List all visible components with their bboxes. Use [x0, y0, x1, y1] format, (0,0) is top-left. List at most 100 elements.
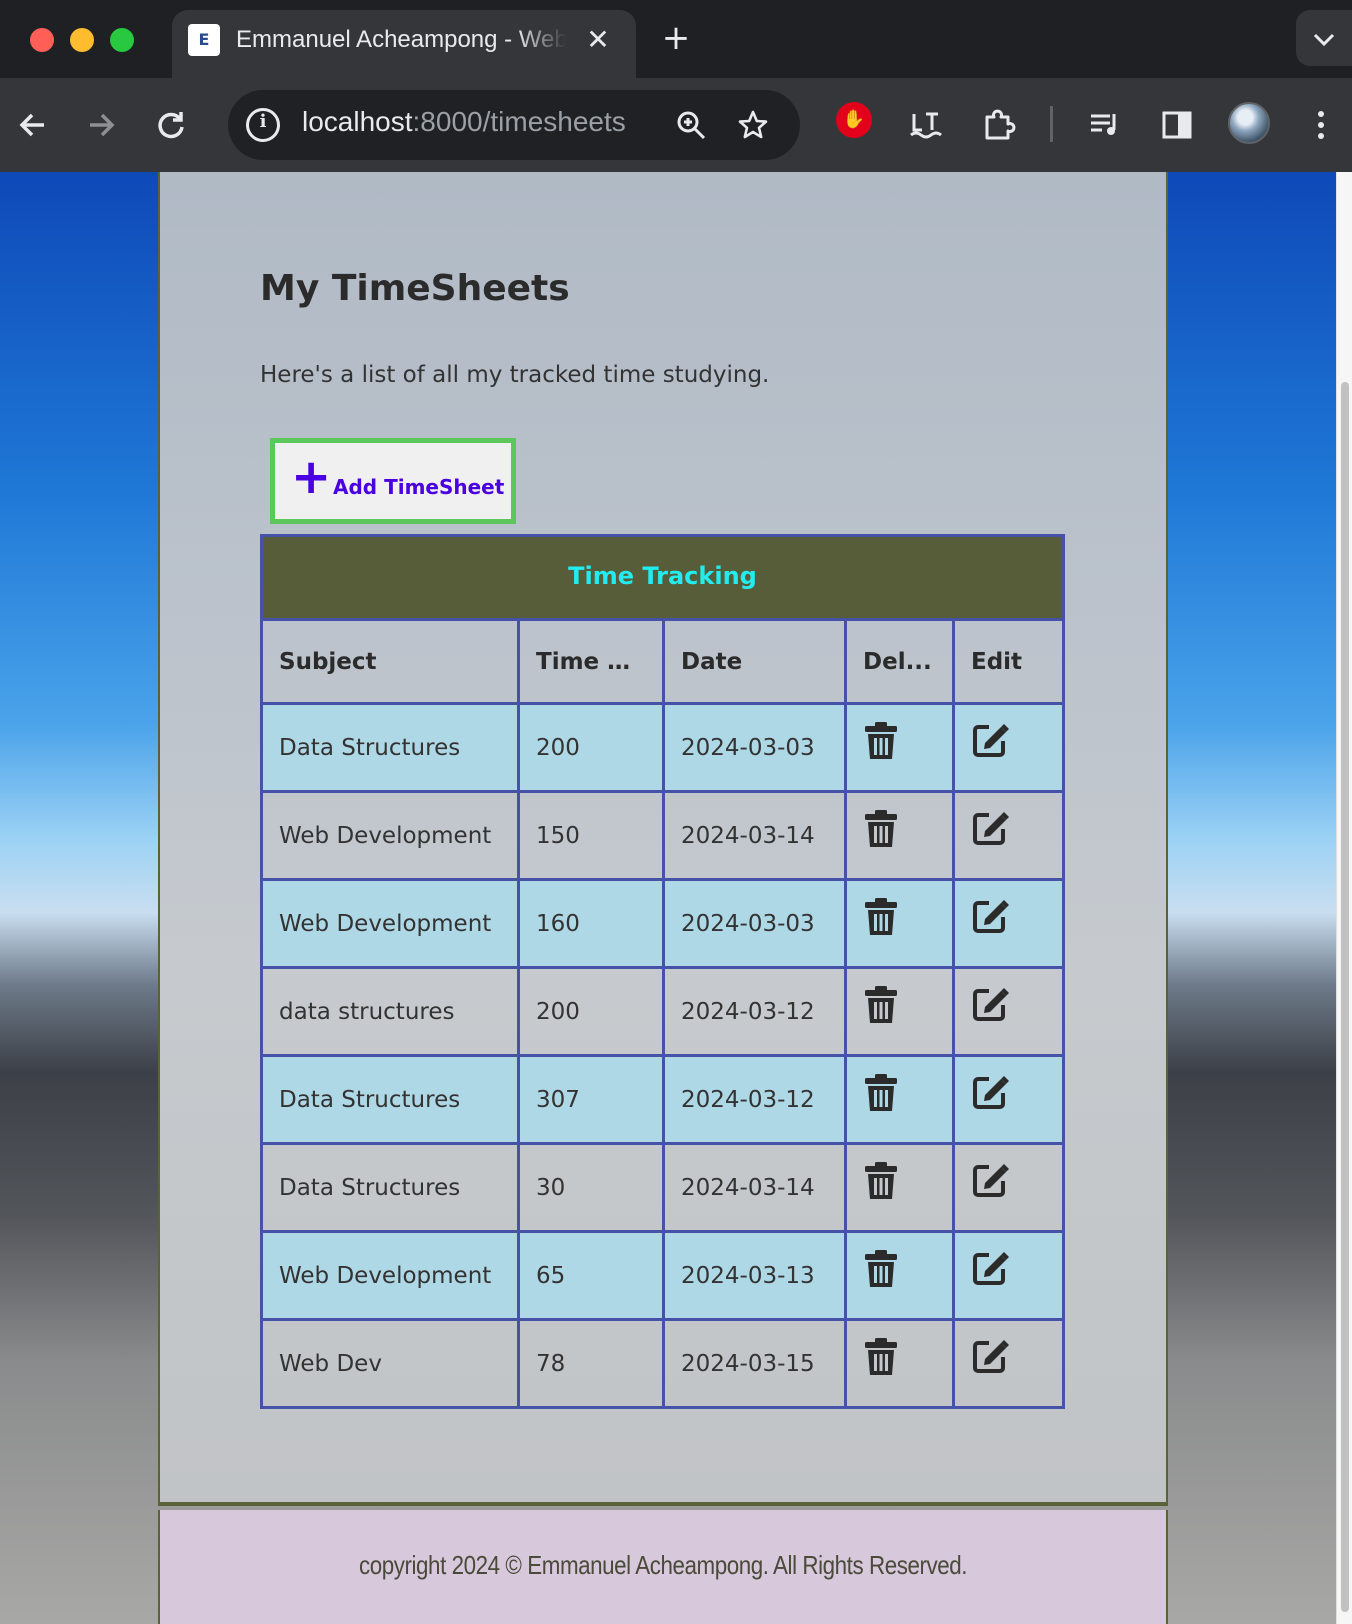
maximize-window-button[interactable] — [110, 28, 134, 52]
tab-close-icon[interactable]: ✕ — [580, 22, 616, 58]
profile-avatar[interactable] — [1228, 102, 1270, 144]
column-header-date[interactable]: Date — [662, 618, 847, 705]
cell-date: 2024-03-14 — [662, 1142, 847, 1233]
arrow-right-icon — [90, 113, 115, 137]
adblock-extension-icon[interactable]: ✋ — [836, 102, 872, 138]
cell-edit — [952, 702, 1065, 793]
cell-edit — [952, 1142, 1065, 1233]
cell-delete — [844, 1230, 955, 1321]
edit-icon[interactable] — [971, 1073, 1009, 1111]
cell-time-spent: 30 — [517, 1142, 665, 1233]
edit-icon[interactable] — [971, 809, 1009, 847]
plus-icon: + — [291, 449, 332, 505]
cell-delete — [844, 702, 955, 793]
cell-subject: Web Development — [260, 790, 520, 881]
cell-edit — [952, 1230, 1065, 1321]
new-tab-button[interactable]: + — [656, 18, 696, 58]
table-row: Web Development 65 2024-03-13 — [260, 1230, 1065, 1321]
cell-delete — [844, 1318, 955, 1409]
chevron-down-icon — [1313, 33, 1335, 46]
trash-icon[interactable] — [863, 985, 899, 1025]
url-path: :8000/timesheets — [412, 106, 626, 137]
table-row: data structures 200 2024-03-12 — [260, 966, 1065, 1057]
column-header-edit[interactable]: Edit — [952, 618, 1065, 705]
browser-menu-icon[interactable] — [1298, 102, 1344, 148]
forward-button[interactable] — [78, 102, 124, 148]
toolbar-divider — [1050, 106, 1053, 142]
edit-icon[interactable] — [971, 897, 1009, 935]
cell-subject: Data Structures — [260, 1142, 520, 1233]
trash-icon[interactable] — [863, 897, 899, 937]
cell-time-spent: 78 — [517, 1318, 665, 1409]
cell-time-spent: 65 — [517, 1230, 665, 1321]
page-description: Here's a list of all my tracked time stu… — [260, 362, 770, 388]
extensions-puzzle-icon[interactable] — [976, 102, 1022, 148]
main-content: My TimeSheets Here's a list of all my tr… — [158, 172, 1168, 1506]
table-row: Data Structures 307 2024-03-12 — [260, 1054, 1065, 1145]
tab-title: Emmanuel Acheampong - Web — [236, 26, 566, 53]
page-viewport: My TimeSheets Here's a list of all my tr… — [0, 172, 1352, 1624]
table-row: Web Development 160 2024-03-03 — [260, 878, 1065, 969]
edit-icon[interactable] — [971, 1337, 1009, 1375]
zoom-icon[interactable] — [670, 104, 712, 146]
tab-search-button[interactable] — [1296, 10, 1352, 66]
cell-subject: data structures — [260, 966, 520, 1057]
trash-icon[interactable] — [863, 1161, 899, 1201]
trash-icon[interactable] — [863, 721, 899, 761]
cell-date: 2024-03-15 — [662, 1318, 847, 1409]
table-row: Data Structures 30 2024-03-14 — [260, 1142, 1065, 1233]
reload-button[interactable] — [148, 102, 194, 148]
browser-tab-bar: E Emmanuel Acheampong - Web ✕ + — [0, 0, 1352, 78]
column-header-time-spent[interactable]: Time S... — [517, 618, 665, 705]
media-control-icon[interactable] — [1082, 102, 1128, 148]
favicon-icon: E — [188, 24, 220, 56]
column-header-subject[interactable]: Subject — [260, 618, 520, 705]
browser-toolbar: i localhost:8000/timesheets ✋ — [0, 78, 1352, 172]
cell-delete — [844, 878, 955, 969]
languagetool-extension-icon[interactable] — [902, 102, 948, 148]
table-row: Web Dev 78 2024-03-15 — [260, 1318, 1065, 1409]
minimize-window-button[interactable] — [70, 28, 94, 52]
cell-subject: Web Development — [260, 878, 520, 969]
trash-icon[interactable] — [863, 1073, 899, 1113]
table-header-row: Subject Time S... Date Del... Edit — [260, 618, 1065, 705]
site-info-icon[interactable]: i — [246, 108, 280, 142]
footer-copyright: copyright 2024 © Emmanuel Acheampong. Al… — [358, 1550, 968, 1580]
browser-tab-active[interactable]: E Emmanuel Acheampong - Web ✕ — [172, 10, 636, 78]
scrollbar[interactable] — [1336, 172, 1352, 1624]
address-bar[interactable]: i localhost:8000/timesheets — [228, 90, 800, 160]
bookmark-star-icon[interactable] — [732, 104, 774, 146]
back-button[interactable] — [10, 102, 56, 148]
timesheet-table: Time Tracking Subject Time S... Date Del… — [260, 534, 1065, 1409]
cell-delete — [844, 1054, 955, 1145]
side-panel-icon[interactable] — [1154, 102, 1200, 148]
cell-date: 2024-03-14 — [662, 790, 847, 881]
cell-delete — [844, 1142, 955, 1233]
table-caption: Time Tracking — [260, 534, 1065, 618]
cell-date: 2024-03-12 — [662, 966, 847, 1057]
cell-date: 2024-03-13 — [662, 1230, 847, 1321]
scrollbar-thumb[interactable] — [1341, 382, 1349, 1612]
arrow-left-icon — [19, 113, 44, 137]
cell-subject: Data Structures — [260, 702, 520, 793]
cell-edit — [952, 878, 1065, 969]
close-window-button[interactable] — [30, 28, 54, 52]
edit-icon[interactable] — [971, 721, 1009, 759]
column-header-delete[interactable]: Del... — [844, 618, 955, 705]
trash-icon[interactable] — [863, 809, 899, 849]
add-timesheet-label: Add TimeSheet — [333, 475, 505, 499]
cell-time-spent: 150 — [517, 790, 665, 881]
cell-time-spent: 307 — [517, 1054, 665, 1145]
cell-edit — [952, 1318, 1065, 1409]
url-host: localhost — [302, 106, 413, 137]
edit-icon[interactable] — [971, 985, 1009, 1023]
trash-icon[interactable] — [863, 1337, 899, 1377]
cell-subject: Data Structures — [260, 1054, 520, 1145]
trash-icon[interactable] — [863, 1249, 899, 1289]
table-row: Data Structures 200 2024-03-03 — [260, 702, 1065, 793]
add-timesheet-button[interactable]: + Add TimeSheet — [270, 438, 516, 524]
edit-icon[interactable] — [971, 1249, 1009, 1287]
cell-time-spent: 160 — [517, 878, 665, 969]
url-text[interactable]: localhost:8000/timesheets — [302, 106, 626, 144]
edit-icon[interactable] — [971, 1161, 1009, 1199]
